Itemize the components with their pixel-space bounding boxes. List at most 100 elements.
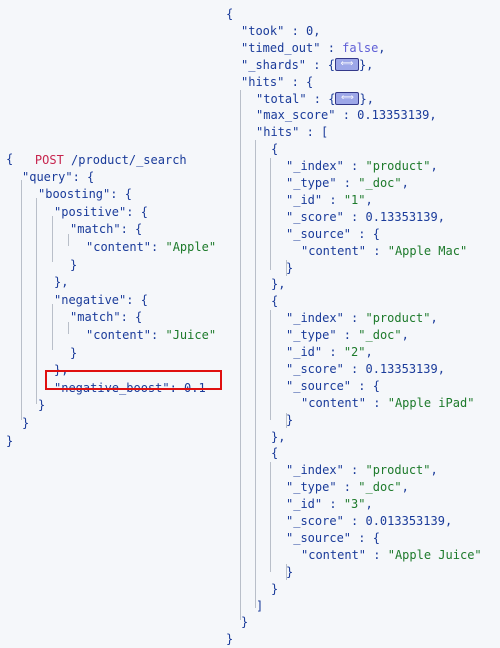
json-punctuation: ,: [430, 159, 438, 174]
response-code-line: {: [271, 140, 278, 158]
response-code-line: "_index" : "product",: [286, 461, 438, 479]
json-value: :: [366, 243, 388, 258]
response-code-line: "_type" : "_doc",: [286, 174, 409, 192]
json-key: "_id": [286, 497, 323, 512]
json-string: "3": [343, 497, 366, 512]
bracket: }: [241, 615, 249, 630]
response-code-line: "took" : 0,: [241, 22, 320, 40]
expand-collapsed-icon[interactable]: ⟺: [334, 57, 359, 71]
json-punctuation: ,: [401, 176, 409, 190]
response-code-line: },: [271, 428, 285, 446]
bracket: }: [286, 260, 294, 275]
indent-guide: [270, 462, 271, 572]
response-code-line: "_index" : "product",: [286, 157, 438, 175]
json-string: "Apple Juice": [387, 547, 482, 562]
response-code-line: "_id" : "2",: [286, 343, 373, 361]
json-value: : 0,: [284, 23, 321, 38]
json-value: : {: [306, 91, 336, 106]
response-code-line: "hits" : [: [256, 123, 328, 141]
json-value: :: [322, 497, 344, 512]
response-code-line: {: [271, 292, 278, 310]
bracket: }: [286, 412, 294, 427]
bracket: }: [286, 564, 294, 579]
json-key: "_source": [286, 378, 352, 393]
json-value: :: [366, 547, 388, 562]
indent-guide: [270, 158, 271, 270]
json-string: "_doc": [358, 328, 402, 343]
json-key: "max_score": [256, 108, 336, 123]
bracket: }: [271, 581, 279, 596]
json-key: "_id": [286, 192, 323, 207]
json-key: "content": [301, 395, 367, 410]
bracket: {: [271, 446, 279, 461]
json-key: "_index": [286, 463, 344, 478]
json-value: :: [322, 345, 344, 359]
json-value: : 0.13353139,: [343, 209, 445, 224]
indent-guide: [270, 310, 271, 420]
json-value: : 0.13353139,: [343, 361, 445, 376]
response-code-line: },: [271, 275, 285, 293]
json-value: : {: [306, 57, 335, 72]
json-value: :: [336, 176, 359, 190]
json-key: "content": [301, 243, 367, 258]
response-code-line: }: [241, 613, 248, 631]
json-key: "_score": [286, 514, 344, 528]
json-string: "product": [365, 159, 431, 174]
json-string: "_doc": [358, 480, 402, 495]
response-code-line: "_score" : 0.13353139,: [286, 208, 445, 226]
response-code-line: "content" : "Apple iPad": [301, 394, 474, 412]
json-key: "_source": [286, 530, 352, 545]
json-key: "_id": [286, 345, 323, 359]
json-value: : {: [351, 378, 380, 393]
json-value: :: [366, 395, 388, 410]
json-punctuation: ,: [378, 40, 386, 55]
bracket: },: [271, 429, 286, 444]
json-key: "hits": [241, 74, 285, 89]
json-key: "_score": [286, 209, 344, 224]
response-code-line: "_type" : "_doc",: [286, 478, 409, 496]
json-punctuation: ,: [401, 328, 409, 343]
response-code-line: {: [226, 5, 233, 23]
json-value: : 0.013353139,: [343, 514, 453, 528]
expand-collapsed-icon[interactable]: ⟺: [335, 91, 360, 105]
response-viewer: { "took" : 0, "timed_out" : false, "_shards…: [0, 0, 500, 646]
response-code-line: }: [286, 259, 293, 277]
json-string: "2": [343, 345, 366, 359]
json-value: :: [336, 328, 359, 343]
json-string: "Apple Mac": [387, 243, 468, 258]
bracket: {: [271, 142, 279, 157]
json-punctuation: ,: [365, 497, 373, 512]
json-string: "Apple iPad": [387, 395, 475, 410]
response-code-line: "_score" : 0.013353139,: [286, 512, 452, 530]
json-string: "1": [343, 192, 366, 207]
json-value: :: [343, 311, 366, 326]
response-code-line: "_source" : {: [286, 377, 380, 395]
response-code-line: "content" : "Apple Mac": [301, 242, 467, 260]
json-key: "hits": [256, 125, 300, 140]
json-value: :: [336, 480, 359, 495]
json-key: "_type": [286, 480, 337, 495]
response-code-line: {: [271, 444, 278, 462]
response-code-line: "_source" : {: [286, 225, 380, 243]
json-key: "_score": [286, 361, 344, 376]
response-code-line: "timed_out" : false,: [241, 39, 386, 57]
json-punctuation: ,: [430, 311, 438, 326]
json-value: : {: [284, 74, 314, 89]
json-value: : 0.13353139,: [335, 108, 437, 123]
json-key: "_type": [286, 176, 337, 190]
json-key: "took": [241, 23, 285, 38]
json-value: :: [343, 463, 366, 478]
indent-guide: [255, 140, 256, 608]
indent-guide: [286, 564, 287, 580]
json-key: "_source": [286, 226, 352, 241]
json-value: :: [320, 40, 343, 55]
json-key: "_type": [286, 328, 337, 343]
indent-guide: [240, 90, 241, 620]
response-code-line: "max_score" : 0.13353139,: [256, 106, 437, 124]
bracket: ]: [256, 598, 264, 613]
response-code-line: "_source" : {: [286, 529, 380, 547]
json-key: "_shards": [241, 57, 307, 72]
json-string: "_doc": [358, 176, 402, 190]
json-key: "_index": [286, 311, 344, 326]
bracket: {: [226, 7, 234, 21]
